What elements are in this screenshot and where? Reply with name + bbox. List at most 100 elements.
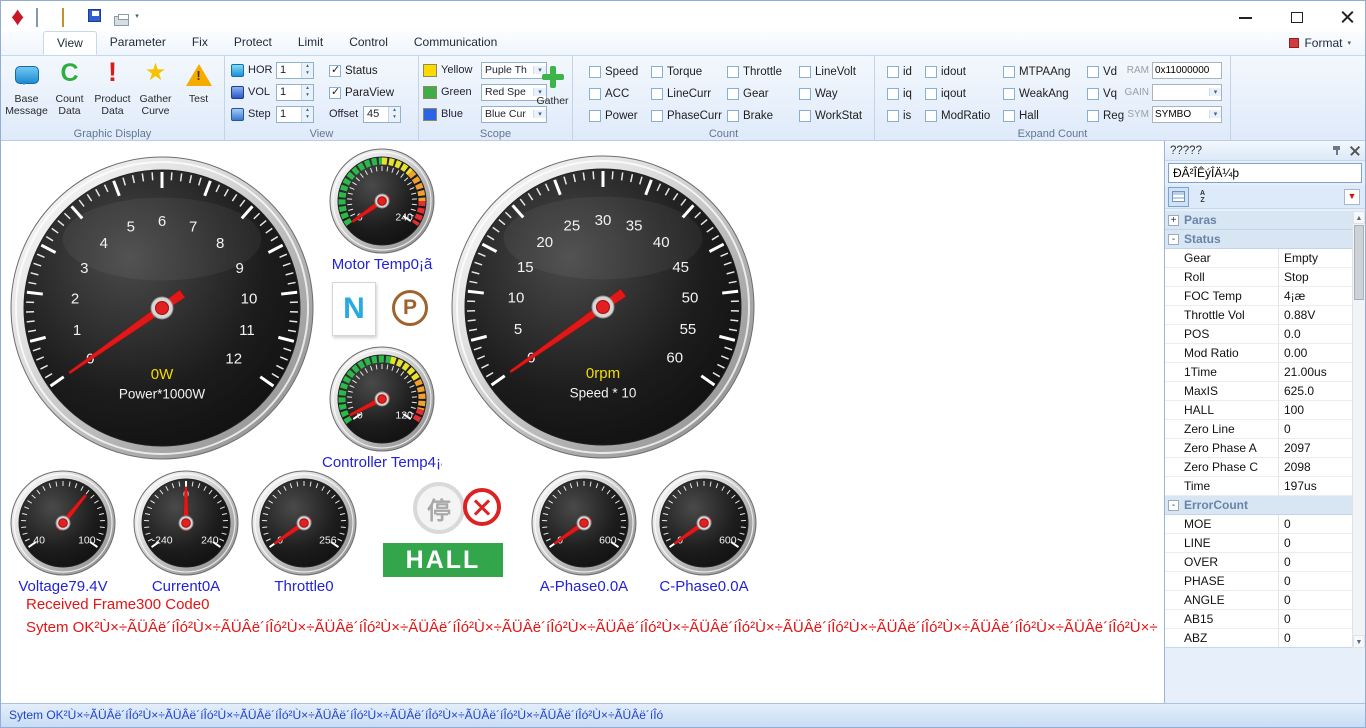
checkbox-workstat[interactable]: WorkStat: [799, 105, 863, 127]
gather-button[interactable]: Gather: [531, 60, 574, 130]
button-base-message[interactable]: BaseMessage: [5, 58, 48, 128]
checkbox-acc[interactable]: ACC: [589, 83, 651, 105]
tab-communication[interactable]: Communication: [401, 31, 510, 55]
expand-toggle-icon[interactable]: -: [1168, 234, 1179, 245]
property-row[interactable]: ABZ0: [1165, 629, 1354, 648]
checkbox-hall[interactable]: Hall: [1003, 105, 1087, 127]
sort-alphabetical-button[interactable]: [1192, 187, 1213, 207]
property-row[interactable]: Time197us: [1165, 477, 1354, 496]
tab-fix[interactable]: Fix: [179, 31, 221, 55]
property-value: 4¡æ: [1279, 287, 1354, 305]
tab-control[interactable]: Control: [336, 31, 401, 55]
checkbox-power[interactable]: Power: [589, 105, 651, 127]
tab-view[interactable]: View: [43, 31, 97, 55]
property-row[interactable]: MOE0: [1165, 515, 1354, 534]
category-paras[interactable]: +Paras: [1165, 211, 1354, 230]
property-row[interactable]: OVER0: [1165, 553, 1354, 572]
checkbox-status[interactable]: Status: [329, 60, 378, 82]
property-row[interactable]: GearEmpty: [1165, 249, 1354, 268]
checkbox-id[interactable]: id: [887, 61, 925, 83]
categorized-view-button[interactable]: [1168, 187, 1189, 207]
checkbox-idout[interactable]: idout: [925, 61, 1003, 83]
parameter-file-input[interactable]: [1169, 164, 1361, 182]
checkbox-gear[interactable]: Gear: [727, 83, 799, 105]
property-row[interactable]: Throttle Vol0.88V: [1165, 306, 1354, 325]
button-count-data[interactable]: CountData: [48, 58, 91, 128]
pin-icon[interactable]: [1331, 145, 1342, 156]
print-icon[interactable]: [114, 16, 129, 26]
checkbox-weakang[interactable]: WeakAng: [1003, 83, 1087, 105]
expand-toggle-icon[interactable]: -: [1168, 500, 1179, 511]
property-row[interactable]: 1Time21.00us: [1165, 363, 1354, 382]
checkbox-is[interactable]: is: [887, 105, 925, 127]
download-params-button[interactable]: [1341, 187, 1362, 207]
tab-parameter[interactable]: Parameter: [97, 31, 179, 55]
scroll-up-icon[interactable]: ▲: [1353, 211, 1365, 224]
property-row[interactable]: AB150: [1165, 610, 1354, 629]
property-row[interactable]: Mod Ratio0.00: [1165, 344, 1354, 363]
checkbox-phasecurr[interactable]: PhaseCurr: [651, 105, 727, 127]
maximize-button[interactable]: [1289, 9, 1304, 24]
offset-value[interactable]: 45: [364, 107, 388, 122]
property-row[interactable]: Zero Line0: [1165, 420, 1354, 439]
close-button[interactable]: [1340, 9, 1355, 24]
property-row[interactable]: Zero Phase C2098: [1165, 458, 1354, 477]
panel-close-icon[interactable]: [1350, 146, 1360, 156]
checkbox-brake[interactable]: Brake: [727, 105, 799, 127]
spinner-arrows[interactable]: ▴▾: [301, 85, 313, 100]
checkbox-speed[interactable]: Speed: [589, 61, 651, 83]
spinner-value[interactable]: 1: [277, 107, 301, 122]
checkbox-box: [799, 88, 811, 100]
scroll-thumb[interactable]: [1354, 225, 1364, 300]
property-row[interactable]: Zero Phase A2097: [1165, 439, 1354, 458]
tab-protect[interactable]: Protect: [221, 31, 285, 55]
spinner-value[interactable]: 1: [277, 63, 301, 78]
button-product-data[interactable]: ProductData: [91, 58, 134, 128]
save-icon[interactable]: [88, 9, 101, 22]
property-row[interactable]: RollStop: [1165, 268, 1354, 287]
checkbox-linevolt[interactable]: LineVolt: [799, 61, 863, 83]
property-row[interactable]: LINE0: [1165, 534, 1354, 553]
checkbox-modratio[interactable]: ModRatio: [925, 105, 1003, 127]
sym-value[interactable]: SYMBO: [1153, 109, 1209, 120]
quick-access-more-icon[interactable]: ▾: [135, 12, 139, 20]
checkbox-iqout[interactable]: iqout: [925, 83, 1003, 105]
expand-toggle-icon[interactable]: +: [1168, 215, 1179, 226]
sym-field[interactable]: SYM SYMBO▾: [1119, 105, 1222, 123]
property-row[interactable]: FOC Temp4¡æ: [1165, 287, 1354, 306]
spinner-arrows[interactable]: ▴▾: [301, 107, 313, 122]
checkbox-linecurr[interactable]: LineCurr: [651, 83, 727, 105]
spinner-arrows[interactable]: ▴▾: [388, 107, 400, 122]
spinner-arrows[interactable]: ▴▾: [301, 63, 313, 78]
new-document-icon[interactable]: [36, 8, 38, 27]
button-gather-curve[interactable]: GatherCurve: [134, 58, 177, 128]
tab-limit[interactable]: Limit: [285, 31, 336, 55]
checkbox-throttle[interactable]: Throttle: [727, 61, 799, 83]
property-row[interactable]: PHASE0: [1165, 572, 1354, 591]
button-test[interactable]: Test: [177, 58, 220, 128]
offset-spinner[interactable]: Offset 45▴▾: [329, 105, 401, 123]
scroll-down-icon[interactable]: ▼: [1353, 635, 1365, 648]
step-spinner[interactable]: Step 1▴▾: [231, 105, 314, 123]
vol-spinner[interactable]: VOL 1▴▾: [231, 83, 314, 101]
minimize-button[interactable]: [1238, 9, 1253, 24]
property-row[interactable]: HALL100: [1165, 401, 1354, 420]
hor-spinner[interactable]: HOR 1▴▾: [231, 61, 314, 79]
category-errorcount[interactable]: -ErrorCount: [1165, 496, 1354, 515]
checkbox-paraview[interactable]: ParaView: [329, 82, 394, 104]
panel-scrollbar[interactable]: ▲ ▼: [1352, 211, 1365, 648]
spinner-value[interactable]: 1: [277, 85, 301, 100]
property-row[interactable]: ANGLE0: [1165, 591, 1354, 610]
checkbox-iq[interactable]: iq: [887, 83, 925, 105]
open-folder-icon[interactable]: [62, 8, 64, 27]
ram-value[interactable]: 0x11000000: [1153, 65, 1221, 76]
gain-field[interactable]: GAIN ▾: [1119, 83, 1222, 101]
format-menu[interactable]: Format ▾: [1289, 36, 1351, 50]
checkbox-torque[interactable]: Torque: [651, 61, 727, 83]
checkbox-way[interactable]: Way: [799, 83, 863, 105]
property-row[interactable]: POS0.0: [1165, 325, 1354, 344]
property-row[interactable]: MaxIS625.0: [1165, 382, 1354, 401]
category-status[interactable]: -Status: [1165, 230, 1354, 249]
ram-field[interactable]: RAM 0x11000000: [1119, 61, 1222, 79]
checkbox-mtpaang[interactable]: MTPAAng: [1003, 61, 1087, 83]
